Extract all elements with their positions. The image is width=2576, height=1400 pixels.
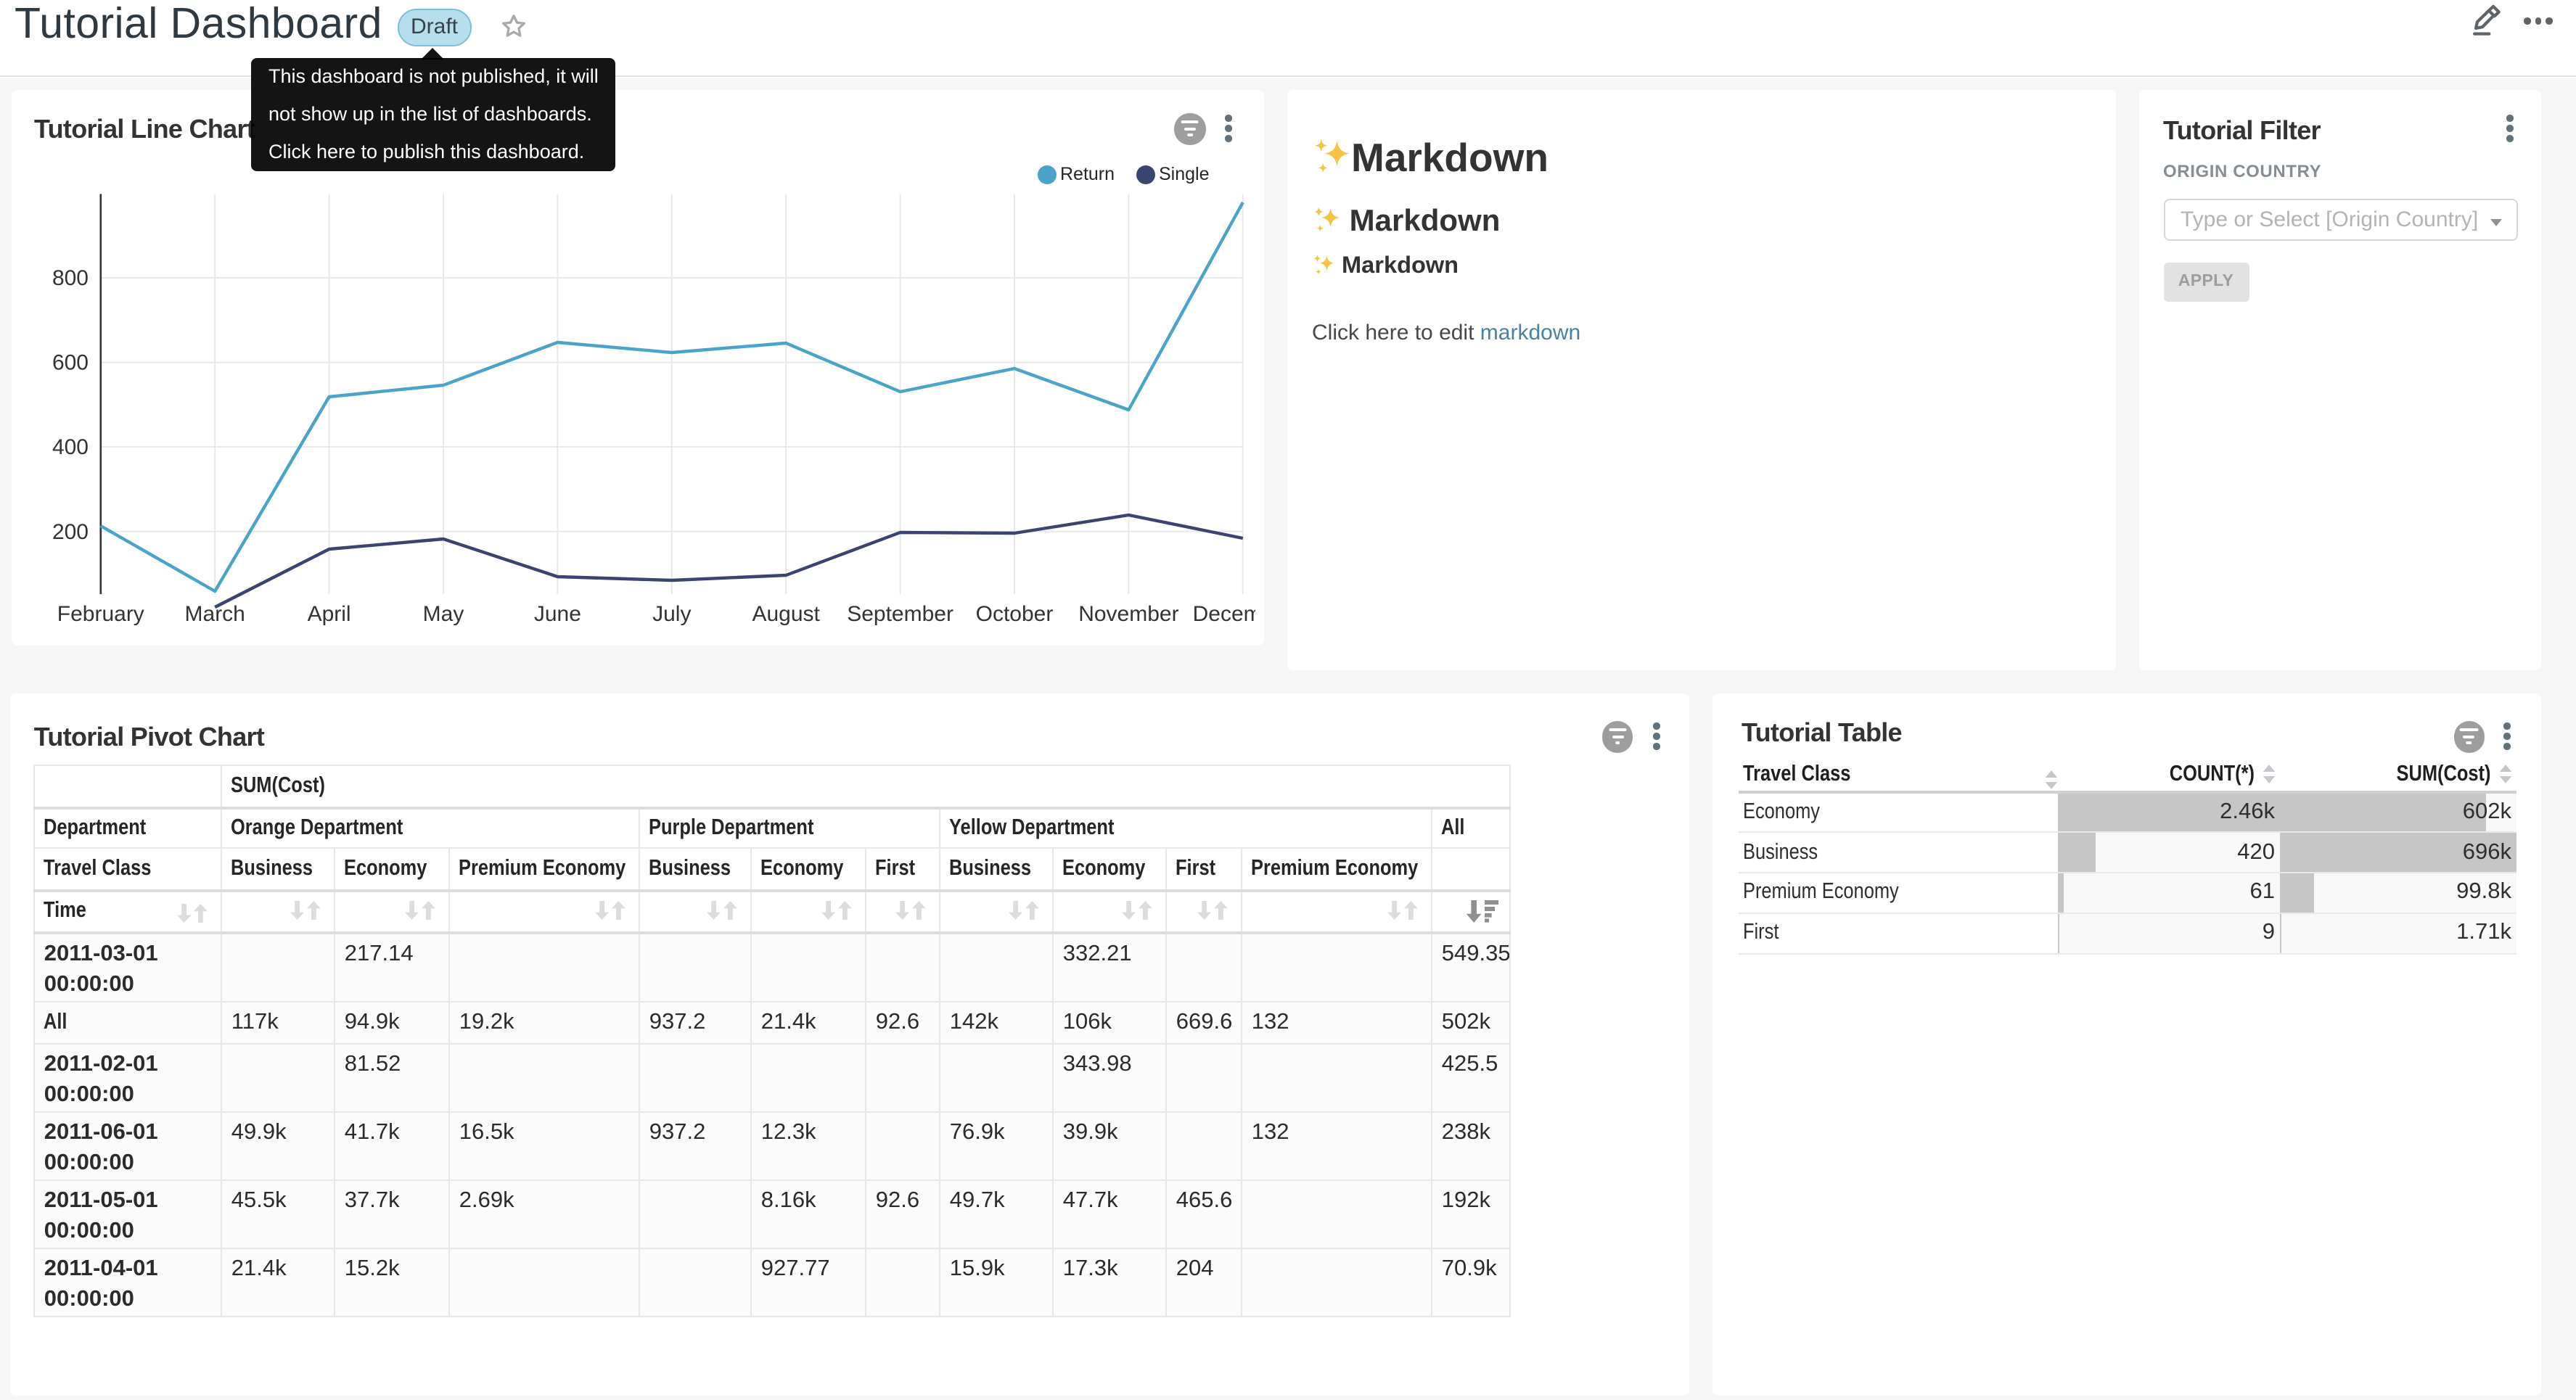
svg-text:October: October xyxy=(975,602,1053,626)
svg-text:June: June xyxy=(533,602,581,626)
svg-text:February: February xyxy=(57,602,144,626)
svg-text:600: 600 xyxy=(52,351,88,375)
svg-text:400: 400 xyxy=(52,435,88,459)
svg-text:November: November xyxy=(1078,602,1178,626)
svg-text:August: August xyxy=(751,602,819,626)
svg-text:September: September xyxy=(846,602,953,626)
svg-text:July: July xyxy=(652,602,690,626)
svg-text:December: December xyxy=(1192,602,1255,626)
svg-text:200: 200 xyxy=(52,520,88,544)
svg-text:May: May xyxy=(422,602,464,626)
svg-text:March: March xyxy=(184,602,245,626)
svg-text:April: April xyxy=(307,602,350,626)
svg-text:800: 800 xyxy=(52,266,88,290)
